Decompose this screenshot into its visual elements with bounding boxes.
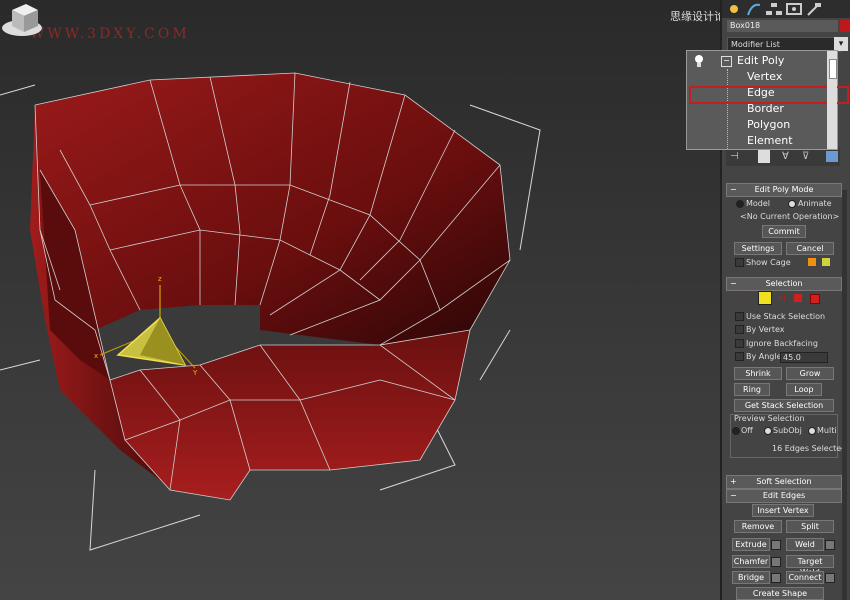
rollout-soft-selection[interactable]: + Soft Selection [726,475,842,489]
preview-off-radio[interactable] [732,427,740,435]
watermark-left: WWW.3DXY.COM [30,26,190,42]
bridge-settings-icon[interactable] [771,573,781,583]
configure-sets-icon[interactable] [826,151,838,162]
preview-subobj-radio[interactable] [764,427,772,435]
ring-button[interactable]: Ring [734,383,770,396]
stack-item-edit-poly[interactable]: Edit Poly [737,54,784,67]
current-operation: <No Current Operation> [740,212,840,221]
settings-button[interactable]: Settings [734,242,782,255]
preview-multi-label: Multi [817,426,837,435]
animate-label: Animate [798,199,832,208]
use-stack-checkbox[interactable] [735,312,744,321]
model-label: Model [746,199,771,208]
commit-button[interactable]: Commit [762,225,806,238]
rollout-selection[interactable]: − Selection [726,277,842,291]
show-cage-label: Show Cage [746,258,791,267]
selection-status: 16 Edges Selected [772,444,847,453]
preview-off-label: Off [741,426,753,435]
bridge-button[interactable]: Bridge [732,571,770,584]
panel-tabs [722,0,850,18]
stack-item-vertex[interactable]: Vertex [747,70,782,83]
by-vertex-label: By Vertex [746,325,785,334]
ignore-backfacing-checkbox[interactable] [735,339,744,348]
cage-selected-color-swatch[interactable] [822,258,830,266]
hammer-icon[interactable] [804,1,824,17]
pin-icon[interactable]: ⊣ [730,151,739,162]
object-name-field[interactable]: Box018 [727,20,838,32]
preview-subobj-label: SubObj [773,426,802,435]
cancel-button[interactable]: Cancel [786,242,834,255]
weld-button[interactable]: Weld [786,538,824,551]
monitor-icon[interactable] [784,1,804,17]
lightbulb-icon[interactable] [693,54,705,68]
use-stack-label: Use Stack Selection [746,312,826,321]
model-radio[interactable] [736,200,744,208]
edge-highlight-box [689,86,849,104]
extrude-settings-icon[interactable] [771,540,781,550]
chamfer-settings-icon[interactable] [771,557,781,567]
stack-item-polygon[interactable]: Polygon [747,118,790,131]
tree-line [727,69,729,149]
split-button[interactable]: Split [786,520,834,533]
edge-mode-icon[interactable] [758,291,772,305]
chamfer-button[interactable]: Chamfer [732,555,770,568]
remove-button[interactable]: Remove [734,520,782,533]
grow-button[interactable]: Grow [786,367,834,380]
sun-icon[interactable] [724,1,744,17]
animate-radio[interactable] [788,200,796,208]
weld-settings-icon[interactable] [825,540,835,550]
perspective-viewport[interactable]: z x Y WWW.3DXY.COM [0,0,720,600]
get-stack-selection-button[interactable]: Get Stack Selection [734,399,834,412]
gizmo-z-label: z [158,275,162,283]
preview-multi-radio[interactable] [808,427,816,435]
stack-toolbar: ⊣ ∀ ⊽ [726,148,840,166]
ignore-backfacing-label: Ignore Backfacing [746,339,818,348]
vertex-mode-icon[interactable]: ·: [742,292,749,303]
polygon-mode-icon[interactable] [794,294,802,302]
view-cube-icon[interactable] [0,0,50,40]
remove-modifier-icon[interactable]: ⊽ [802,151,809,162]
make-unique-icon[interactable]: ∀ [782,151,789,162]
element-mode-icon[interactable] [810,294,820,304]
by-angle-input[interactable]: 45.0 [780,352,828,363]
cage-color-swatch[interactable] [808,258,816,266]
insert-vertex-button[interactable]: Insert Vertex [752,504,814,517]
object-color-swatch[interactable] [840,20,850,32]
gizmo-y-label: Y [192,369,198,377]
shrink-button[interactable]: Shrink [734,367,782,380]
preview-selection-label: Preview Selection [734,414,805,423]
modifier-stack: − Edit Poly Vertex Edge Border Polygon E… [686,50,849,150]
scene: z x Y [0,72,541,551]
hierarchy-icon[interactable] [764,1,784,17]
connect-button[interactable]: Connect [786,571,824,584]
border-mode-icon[interactable]: ◁ [778,293,785,303]
extrude-button[interactable]: Extrude [732,538,770,551]
by-angle-checkbox[interactable] [735,352,744,361]
by-angle-label: By Angle: [746,352,785,361]
collapse-icon[interactable]: − [721,56,732,67]
stack-item-element[interactable]: Element [747,134,793,147]
rollout-edit-edges[interactable]: − Edit Edges [726,489,842,503]
curve-icon[interactable] [744,1,764,17]
loop-button[interactable]: Loop [786,383,822,396]
by-vertex-checkbox[interactable] [735,325,744,334]
target-weld-button[interactable]: Target Weld [786,555,834,577]
chevron-down-icon[interactable]: ▾ [834,37,848,51]
show-cage-checkbox[interactable] [735,258,744,267]
rollout-edit-poly-mode[interactable]: − Edit Poly Mode [726,183,842,197]
stack-scrollbar[interactable] [827,51,837,149]
gizmo-x-label: x [94,352,98,360]
create-shape-button[interactable]: Create Shape [736,587,824,600]
panel-scrollbar[interactable] [842,190,847,600]
connect-settings-icon[interactable] [825,573,835,583]
show-end-result-icon[interactable] [758,149,770,163]
mesh-back-wall [35,73,510,345]
